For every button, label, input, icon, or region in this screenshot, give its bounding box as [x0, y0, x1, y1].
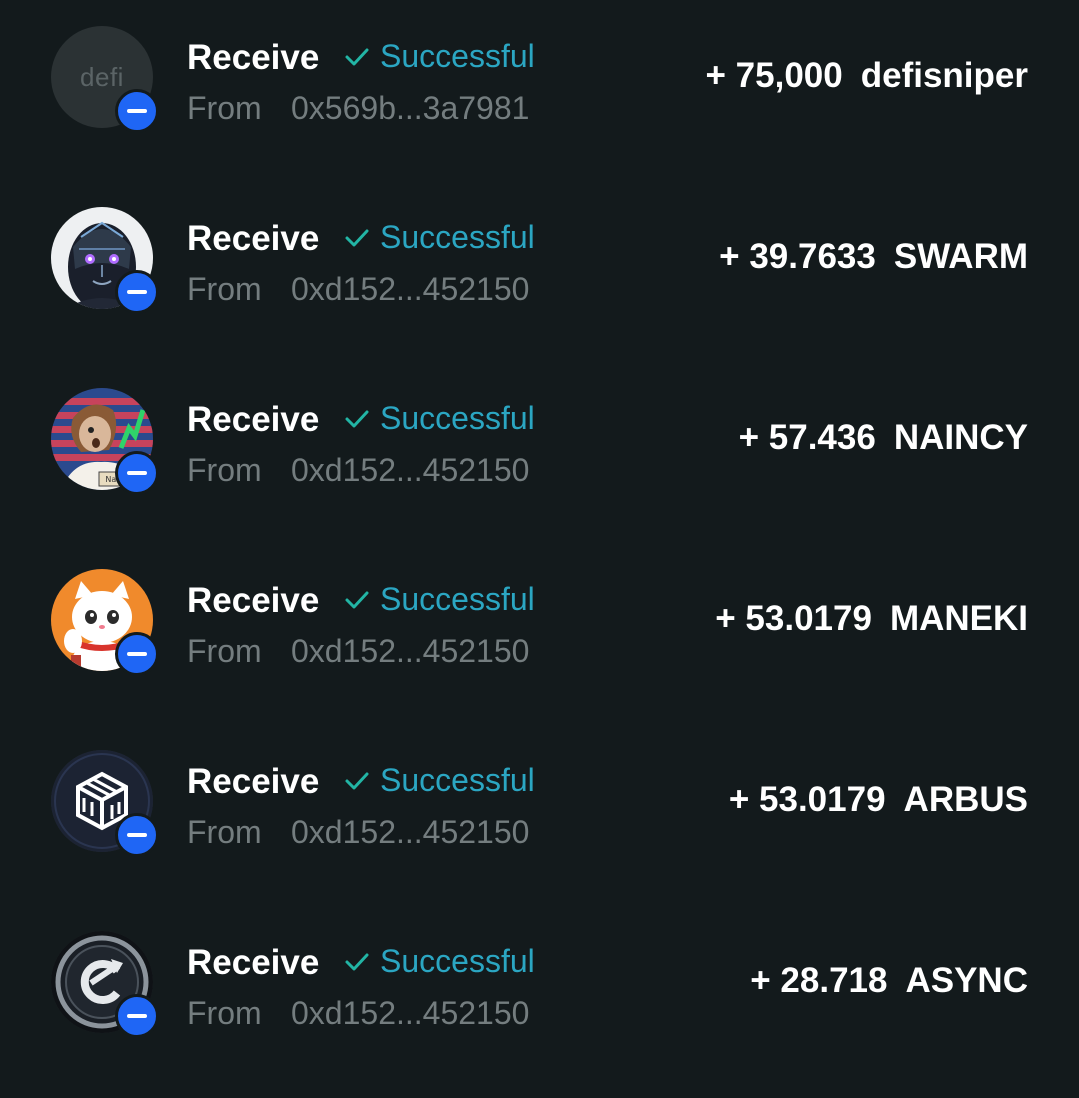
token-avatar: Naincy — [51, 388, 159, 495]
token-symbol: SWARM — [893, 237, 1028, 276]
status-text: Successful — [380, 37, 535, 74]
status-text: Successful — [380, 218, 535, 255]
token-avatar: defi — [51, 26, 159, 133]
amount: + 53.0179 MANEKI — [715, 599, 1028, 639]
transaction-type: Receive — [187, 581, 320, 620]
chain-minus-badge-icon — [115, 89, 159, 133]
status-badge: Successful — [342, 217, 535, 257]
transaction-row[interactable]: Receive Successful From 0xd152...452150 … — [0, 724, 1079, 905]
transaction-row[interactable]: Receive Successful From 0xd152...452150 … — [0, 905, 1079, 1086]
transaction-row[interactable]: Receive Successful From 0xd152...452150 … — [0, 543, 1079, 724]
transaction-row[interactable]: Receive Successful From 0xd152...452150 … — [0, 181, 1079, 362]
status-badge: Successful — [342, 579, 535, 619]
transaction-list: defi Receive Successful From 0x569b...3a… — [0, 0, 1079, 1098]
from-address: 0xd152...452150 — [291, 271, 530, 307]
status-badge: Successful — [342, 36, 535, 76]
from-address: 0xd152...452150 — [291, 452, 530, 488]
amount: + 39.7633 SWARM — [719, 237, 1028, 277]
chain-minus-badge-icon — [115, 813, 159, 857]
token-symbol: ARBUS — [903, 780, 1028, 819]
from-address: 0xd152...452150 — [291, 814, 530, 850]
amount-value: + 75,000 — [705, 56, 843, 95]
status-text: Successful — [380, 942, 535, 979]
status-badge: Successful — [342, 398, 535, 438]
status-text: Successful — [380, 399, 535, 436]
check-icon — [345, 48, 369, 66]
chain-minus-badge-icon — [115, 994, 159, 1038]
chain-minus-badge-icon — [115, 451, 159, 495]
transaction-row[interactable]: defi Receive Successful From 0x569b...3a… — [0, 0, 1079, 181]
token-symbol: NAINCY — [893, 418, 1028, 457]
check-icon — [345, 229, 369, 247]
from-address: 0xd152...452150 — [291, 633, 530, 669]
status-text: Successful — [380, 580, 535, 617]
amount: + 28.718 ASYNC — [750, 961, 1028, 1001]
from-address: 0x569b...3a7981 — [291, 90, 530, 126]
token-avatar — [51, 931, 159, 1038]
token-avatar — [51, 750, 159, 857]
from-label: From — [187, 271, 262, 307]
amount: + 57.436 NAINCY — [739, 418, 1028, 458]
status-text: Successful — [380, 761, 535, 798]
amount-value: + 57.436 — [738, 418, 876, 457]
amount: + 75,000 defisniper — [706, 56, 1028, 96]
from-label: From — [187, 452, 262, 488]
amount-value: + 28.718 — [750, 961, 888, 1000]
check-icon — [345, 772, 369, 790]
chain-minus-badge-icon — [115, 632, 159, 676]
chain-minus-badge-icon — [115, 270, 159, 314]
transaction-type: Receive — [187, 400, 320, 439]
check-icon — [345, 410, 369, 428]
transaction-row[interactable]: Naincy Receive Successful From 0xd152...… — [0, 362, 1079, 543]
check-icon — [345, 591, 369, 609]
transaction-type: Receive — [187, 762, 320, 801]
from-label: From — [187, 995, 262, 1031]
from-address: 0xd152...452150 — [291, 995, 530, 1031]
from-label: From — [187, 90, 262, 126]
token-symbol: MANEKI — [889, 599, 1028, 638]
status-badge: Successful — [342, 941, 535, 981]
amount-value: + 53.0179 — [728, 780, 886, 819]
amount-value: + 53.0179 — [715, 599, 872, 638]
transaction-type: Receive — [187, 219, 320, 258]
from-label: From — [187, 633, 262, 669]
token-symbol: defisniper — [860, 56, 1028, 95]
check-icon — [345, 953, 369, 971]
token-avatar — [51, 569, 159, 676]
from-label: From — [187, 814, 262, 850]
amount-value: + 39.7633 — [719, 237, 876, 276]
transaction-type: Receive — [187, 943, 320, 982]
token-avatar — [51, 207, 159, 314]
token-symbol: ASYNC — [905, 961, 1028, 1000]
transaction-type: Receive — [187, 38, 320, 77]
amount: + 53.0179 ARBUS — [729, 780, 1028, 820]
status-badge: Successful — [342, 760, 535, 800]
